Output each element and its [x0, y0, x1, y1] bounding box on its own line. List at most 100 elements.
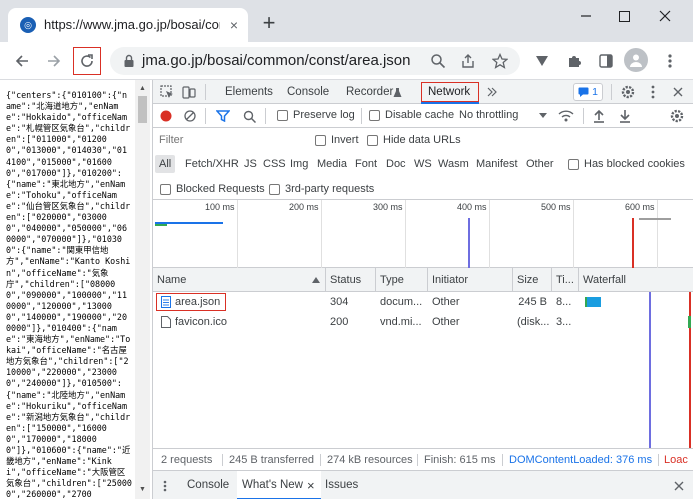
issues-counter-button[interactable]: 1 [573, 83, 603, 101]
tab-elements[interactable]: Elements [225, 80, 273, 104]
filter-type-all[interactable]: All [155, 155, 176, 173]
column-name[interactable]: Name [153, 268, 325, 292]
request-name[interactable]: area.json [171, 292, 321, 312]
request-bar-favicon [155, 224, 167, 226]
drawer-menu-icon[interactable] [161, 480, 169, 492]
column-status[interactable]: Status [326, 268, 375, 292]
tab-network[interactable]: Network [428, 80, 470, 104]
tab-console[interactable]: Console [287, 80, 329, 104]
close-drawer-icon[interactable] [671, 478, 687, 494]
document-file-icon [160, 296, 171, 308]
column-type[interactable]: Type [376, 268, 427, 292]
scrollbar-thumb[interactable] [138, 96, 147, 123]
filter-type-wasm[interactable]: Wasm [438, 155, 469, 173]
column-waterfall[interactable]: Waterfall [579, 268, 693, 292]
export-har-download-icon[interactable] [617, 108, 633, 124]
minimize-icon [581, 15, 591, 17]
bookmark-star-icon[interactable] [490, 51, 510, 71]
lock-icon[interactable] [122, 53, 136, 69]
filter-type-ws[interactable]: WS [414, 155, 432, 173]
devtools-menu-icon[interactable] [647, 83, 659, 101]
request-time: 3... [556, 316, 572, 328]
filter-type-fetch-xhr[interactable]: Fetch/XHR [185, 155, 239, 173]
sort-up-icon[interactable] [311, 275, 321, 285]
drawer-tab-whats-new[interactable]: What's New [242, 471, 303, 499]
summary-finish: Finish: 615 ms [424, 454, 496, 466]
forward-button[interactable] [40, 47, 68, 75]
filter-type-font[interactable]: Font [355, 155, 377, 173]
has-blocked-cookies-checkbox[interactable] [568, 159, 579, 170]
overview-tick-label: 200 ms [289, 202, 319, 212]
filter-type-media[interactable]: Media [317, 155, 347, 173]
close-whats-new-icon[interactable]: × [307, 471, 315, 499]
scroll-up-arrow-icon[interactable]: ▲ [137, 83, 148, 93]
filter-funnel-icon[interactable] [215, 109, 231, 123]
browser-tab[interactable]: ◎ https://www.jma.go.jp/bosai/com × [8, 8, 248, 42]
settings-gear-icon[interactable] [619, 83, 637, 101]
request-table-body: area.json 304 docum... Other 245 B 8... … [153, 292, 693, 448]
search-icon[interactable] [241, 109, 257, 123]
filter-type-img[interactable]: Img [290, 155, 308, 173]
tab-recorder[interactable]: Recorder [346, 80, 393, 104]
blocked-requests-checkbox[interactable] [160, 184, 171, 195]
new-tab-button[interactable]: + [258, 12, 280, 34]
scroll-down-arrow-icon[interactable]: ▼ [137, 484, 148, 494]
close-window-button[interactable] [653, 4, 677, 28]
filter-type-other[interactable]: Other [526, 155, 554, 173]
filter-input[interactable] [157, 131, 303, 149]
chevron-down-icon[interactable] [538, 111, 548, 121]
drawer-tab-console[interactable]: Console [187, 471, 229, 499]
load-marker [632, 218, 634, 268]
network-settings-gear-icon[interactable] [669, 108, 685, 124]
hide-data-urls-checkbox[interactable] [367, 135, 378, 146]
reload-button[interactable] [73, 47, 101, 75]
request-name[interactable]: favicon.ico [171, 312, 321, 332]
clear-button[interactable] [183, 109, 197, 123]
page-scrollbar[interactable] [135, 80, 150, 499]
preserve-log-checkbox[interactable] [277, 110, 288, 121]
more-tabs-chevron-icon[interactable] [485, 84, 499, 100]
disable-cache-checkbox[interactable] [369, 110, 380, 121]
filter-type-doc[interactable]: Doc [386, 155, 406, 173]
has-blocked-cookies-label: Has blocked cookies [584, 158, 685, 170]
extension-v-icon[interactable] [528, 47, 556, 75]
devtools-tab-bar: Elements Console Recorder Network 1 [153, 80, 693, 104]
network-overview-timeline[interactable]: 100 ms 200 ms 300 ms 400 ms 500 ms 600 m… [153, 200, 693, 268]
share-icon[interactable] [458, 51, 478, 71]
filter-type-js[interactable]: JS [244, 155, 257, 173]
browser-toolbar: jma.go.jp/bosai/common/const/area.json [0, 42, 693, 80]
toolbar-divider [205, 84, 206, 100]
filter-type-manifest[interactable]: Manifest [476, 155, 518, 173]
third-party-checkbox[interactable] [269, 184, 280, 195]
table-row[interactable]: area.json 304 docum... Other 245 B 8... [153, 292, 693, 312]
device-toolbar-icon[interactable] [181, 84, 197, 100]
record-button[interactable] [159, 109, 173, 123]
tab-title: https://www.jma.go.jp/bosai/com [44, 17, 220, 32]
extensions-puzzle-icon[interactable] [560, 47, 588, 75]
side-panel-icon[interactable] [592, 47, 620, 75]
column-time[interactable]: Ti... [552, 268, 578, 292]
import-har-upload-icon[interactable] [591, 108, 607, 124]
person-icon [630, 54, 642, 67]
url-text[interactable]: jma.go.jp/bosai/common/const/area.json [142, 47, 410, 75]
close-devtools-icon[interactable] [669, 83, 687, 101]
minimize-window-button[interactable] [574, 4, 598, 28]
column-size[interactable]: Size [513, 268, 551, 292]
inspect-element-icon[interactable] [159, 84, 175, 100]
tab-close-icon[interactable]: × [226, 17, 242, 33]
table-row[interactable]: favicon.ico 200 vnd.mi... Other (disk...… [153, 312, 693, 332]
search-icon[interactable] [428, 51, 448, 71]
column-initiator[interactable]: Initiator [428, 268, 512, 292]
profile-avatar[interactable] [624, 48, 648, 72]
browser-menu-icon[interactable] [658, 47, 682, 75]
drawer-tab-issues[interactable]: Issues [325, 471, 358, 499]
network-conditions-wifi-icon[interactable] [557, 108, 575, 124]
overview-gridline [237, 200, 238, 268]
address-bar[interactable]: jma.go.jp/bosai/common/const/area.json [110, 47, 520, 75]
back-button[interactable] [8, 47, 36, 75]
invert-checkbox[interactable] [315, 135, 326, 146]
throttling-select[interactable]: No throttling [459, 109, 518, 121]
summary-transferred: 245 B transferred [229, 454, 314, 466]
maximize-window-button[interactable] [612, 4, 636, 28]
filter-type-css[interactable]: CSS [263, 155, 286, 173]
